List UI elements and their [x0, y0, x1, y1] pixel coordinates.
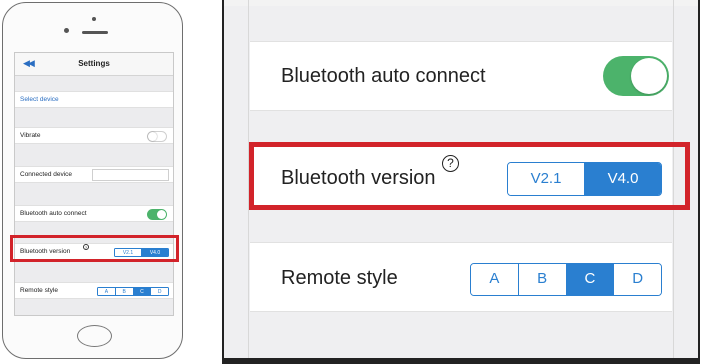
- vibrate-row: Vibrate: [15, 127, 173, 144]
- segment-d[interactable]: D: [150, 288, 168, 295]
- bluetooth-auto-connect-label: Bluetooth auto connect: [20, 210, 87, 217]
- zoom-remote-style-label: Remote style: [281, 267, 398, 289]
- segment-c[interactable]: C: [132, 288, 151, 295]
- phone-mockup: ◀◀ Settings Select device Vibrate Connec…: [2, 2, 183, 359]
- bluetooth-auto-connect-row: Bluetooth auto connect: [15, 205, 173, 222]
- bluetooth-auto-connect-toggle[interactable]: [147, 209, 167, 220]
- connected-device-field[interactable]: [92, 169, 169, 181]
- nav-bar: ◀◀ Settings: [15, 53, 173, 76]
- connected-device-row: Connected device: [15, 166, 173, 183]
- zoom-bluetooth-auto-connect-label: Bluetooth auto connect: [281, 65, 486, 87]
- settings-screen: ◀◀ Settings Select device Vibrate Connec…: [14, 52, 174, 316]
- zoom-remote-style-segmented-control: A B C D: [470, 263, 662, 296]
- vibrate-toggle[interactable]: [147, 131, 167, 142]
- segment-a[interactable]: A: [98, 288, 115, 295]
- nav-title: Settings: [78, 59, 110, 68]
- phone-speaker: [82, 31, 108, 34]
- segment-b[interactable]: B: [114, 288, 133, 295]
- connected-device-label: Connected device: [20, 171, 73, 178]
- remote-style-row: Remote style A B C D: [15, 282, 173, 299]
- zoom-segment-b[interactable]: B: [517, 264, 566, 295]
- highlight-box-small: [10, 235, 179, 262]
- select-device-row[interactable]: Select device: [15, 91, 173, 108]
- zoom-bluetooth-auto-connect-row: Bluetooth auto connect: [250, 41, 672, 111]
- zoom-segment-c[interactable]: C: [565, 264, 614, 295]
- phone-front-camera: [64, 28, 69, 33]
- highlight-box-large: [249, 142, 690, 210]
- phone-camera-dot: [92, 17, 96, 21]
- top-strip: [224, 0, 698, 6]
- zoom-remote-style-row: Remote style A B C D: [250, 242, 672, 312]
- remote-style-label: Remote style: [20, 287, 58, 294]
- zoom-segment-a[interactable]: A: [471, 264, 518, 295]
- select-device-link[interactable]: Select device: [20, 96, 59, 103]
- remote-style-segmented-control: A B C D: [97, 287, 169, 296]
- zoom-segment-d[interactable]: D: [613, 264, 661, 295]
- home-button[interactable]: [77, 325, 112, 347]
- zoom-bluetooth-auto-connect-toggle[interactable]: [603, 56, 669, 96]
- vibrate-label: Vibrate: [20, 132, 41, 139]
- bottom-bar: [224, 358, 698, 364]
